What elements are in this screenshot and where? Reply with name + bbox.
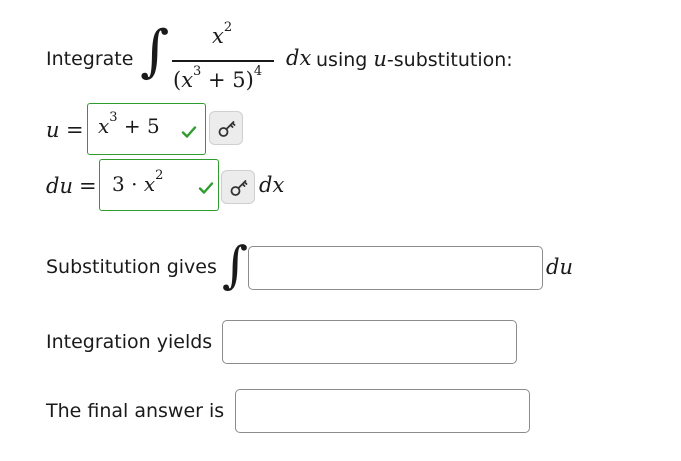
- du-suffix-dx: dx: [259, 173, 285, 197]
- final-answer-input[interactable]: [235, 389, 530, 433]
- prompt-dx: dx: [286, 46, 312, 70]
- integrand-denominator: (x3 + 5)4: [173, 64, 263, 92]
- substitution-suffix-du: du: [546, 255, 573, 279]
- substitution-input[interactable]: [248, 246, 543, 290]
- prompt-suffix: using u-substitution:: [316, 47, 513, 71]
- integration-label: Integration yields: [46, 331, 213, 353]
- du-equals: =: [79, 174, 97, 198]
- final-answer-label: The final answer is: [46, 400, 225, 422]
- integral-icon: ∫: [222, 236, 249, 294]
- key-icon: [218, 121, 236, 137]
- du-answer-key-button[interactable]: [221, 170, 255, 204]
- key-icon: [230, 180, 248, 196]
- substitution-label: Substitution gives: [46, 256, 217, 278]
- du-variable: du: [46, 174, 73, 198]
- du-answer-value: 3 · x2: [112, 168, 164, 196]
- u-answer-key-button[interactable]: [209, 111, 243, 145]
- u-answer-value: x3 + 5: [98, 110, 160, 138]
- checkmark-icon: [198, 182, 214, 194]
- integration-input[interactable]: [222, 320, 517, 364]
- integrand-numerator: x2: [212, 20, 233, 48]
- checkmark-icon: [181, 126, 197, 138]
- u-answer-field[interactable]: x3 + 5: [87, 103, 206, 155]
- u-equals: =: [66, 118, 84, 142]
- du-answer-field[interactable]: 3 · x2: [99, 159, 219, 211]
- u-variable: u: [46, 118, 60, 142]
- prompt-label: Integrate: [46, 48, 134, 70]
- integral-icon: ∫: [140, 19, 170, 84]
- fraction-bar: [172, 60, 274, 62]
